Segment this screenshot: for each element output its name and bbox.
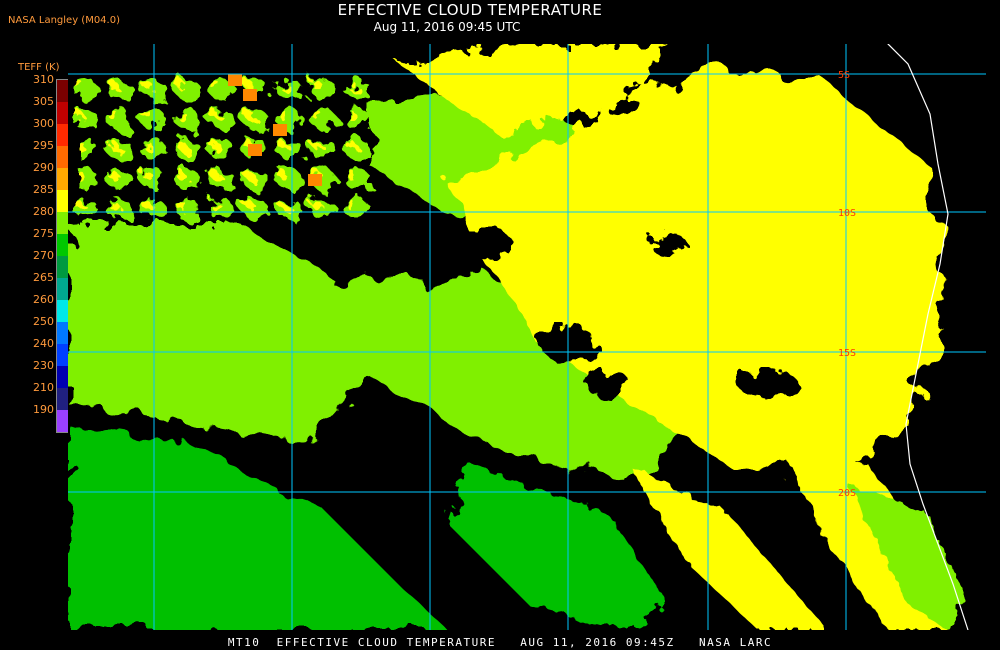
clear-sky-gap — [738, 370, 798, 398]
cloud-region-mid — [68, 214, 368, 444]
cloud-region-cool — [68, 424, 448, 630]
legend-label: 270 — [33, 249, 54, 262]
legend-label: 280 — [33, 205, 54, 218]
legend-label: 265 — [33, 271, 54, 284]
source-label: NASA Langley (M04.0) — [8, 15, 120, 26]
map-canvas: 15W 10W 5W 0 5E 10E 5S 10S 15S 20S — [68, 44, 986, 630]
legend-label: 190 — [33, 403, 54, 416]
cloud-cells — [78, 74, 368, 224]
longitude-label: 5W — [424, 44, 437, 47]
latitude-label: 10S — [838, 208, 856, 219]
cloud-warm-spot — [228, 74, 242, 86]
cloud-region-cool — [448, 464, 668, 630]
longitude-label: 10W — [283, 44, 302, 47]
footer-caption: MT10 EFFECTIVE CLOUD TEMPERATURE AUG 11,… — [227, 636, 773, 649]
legend-label: 230 — [33, 359, 54, 372]
longitude-label: 10E — [837, 44, 855, 47]
legend-label: 305 — [33, 95, 54, 108]
legend-title: TEFF (K) — [18, 62, 60, 73]
latitude-label: 20S — [838, 488, 856, 499]
page-subtitle: Aug 11, 2016 09:45 UTC — [373, 20, 521, 34]
legend-label: 260 — [33, 293, 54, 306]
legend-label: 210 — [33, 381, 54, 394]
latitude-label: 15S — [838, 348, 856, 359]
cloud-warm-spot — [308, 174, 322, 186]
legend-label: 250 — [33, 315, 54, 328]
page-title: EFFECTIVE CLOUD TEMPERATURE — [337, 1, 603, 19]
clear-sky-gap — [650, 232, 686, 256]
legend-label: 240 — [33, 337, 54, 350]
cloud-warm-spot — [248, 144, 262, 156]
cloud-temperature-map: 15W 10W 5W 0 5E 10E 5S 10S 15S 20S — [68, 44, 986, 630]
legend-label: 295 — [33, 139, 54, 152]
clear-sky-gap — [586, 370, 630, 398]
legend-label: 300 — [33, 117, 54, 130]
latitude-label: 5S — [838, 70, 850, 81]
cloud-warm-spot — [243, 89, 257, 101]
clear-sky-gap — [464, 228, 512, 260]
legend-label: 290 — [33, 161, 54, 174]
longitude-label: 0 — [565, 44, 571, 47]
legend-label: 275 — [33, 227, 54, 240]
longitude-label: 15W — [145, 44, 164, 47]
cloud-warm-spot — [273, 124, 287, 136]
legend-label: 310 — [33, 73, 54, 86]
legend-label: 285 — [33, 183, 54, 196]
longitude-label: 5E — [702, 44, 714, 47]
